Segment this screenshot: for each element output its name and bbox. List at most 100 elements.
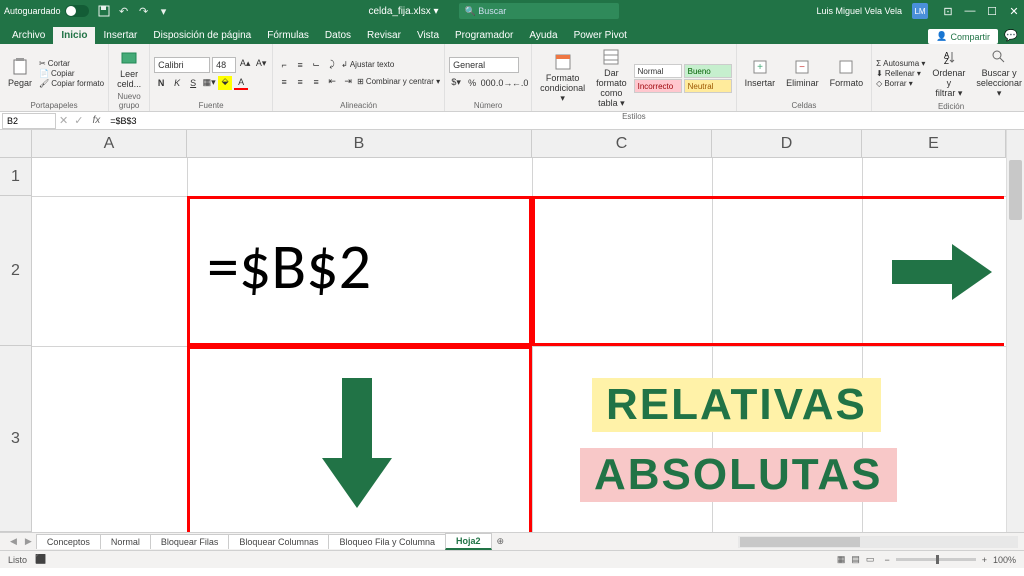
- add-sheet-icon[interactable]: ⊕: [491, 536, 511, 547]
- style-bueno[interactable]: Bueno: [684, 64, 732, 78]
- row-1[interactable]: 1: [0, 158, 31, 196]
- insert-cells-button[interactable]: + Insertar: [741, 56, 780, 90]
- share-button[interactable]: 👤 Compartir: [928, 29, 998, 44]
- increase-decimal-icon[interactable]: .0→: [497, 76, 511, 90]
- font-name-select[interactable]: Calibri: [154, 57, 210, 73]
- qat-more-icon[interactable]: ▾: [157, 4, 171, 18]
- sheet-nav-next-icon[interactable]: ▶: [21, 536, 36, 547]
- fill-color-icon[interactable]: ⬙: [218, 76, 232, 90]
- borders-icon[interactable]: ▦▾: [202, 76, 216, 90]
- font-size-select[interactable]: 48: [212, 57, 236, 73]
- toggle-icon[interactable]: [65, 5, 89, 17]
- spreadsheet-grid[interactable]: A B C D E 1 2 3 =$B$2 RELATIVAS ABSOLUTA…: [0, 130, 1024, 532]
- clear-button[interactable]: ◇ Borrar ▾: [876, 79, 925, 88]
- align-top-icon[interactable]: ⌐: [277, 58, 291, 72]
- conditional-format-button[interactable]: Formato condicional ▾: [536, 51, 589, 106]
- select-all-corner[interactable]: [0, 130, 32, 158]
- zoom-out-icon[interactable]: −: [884, 555, 889, 565]
- find-select-button[interactable]: Buscar y seleccionar ▾: [972, 46, 1024, 101]
- tab-inicio[interactable]: Inicio: [53, 27, 95, 44]
- save-icon[interactable]: [97, 4, 111, 18]
- sheet-tab-hoja2[interactable]: Hoja2: [445, 533, 492, 550]
- name-box[interactable]: B2: [2, 113, 56, 129]
- horizontal-scrollbar[interactable]: [738, 536, 1018, 548]
- vertical-scrollbar[interactable]: [1006, 130, 1024, 532]
- sheet-tab-bloquear-columnas[interactable]: Bloquear Columnas: [228, 534, 329, 549]
- cancel-formula-icon[interactable]: ✕: [56, 114, 71, 127]
- col-B[interactable]: B: [187, 130, 532, 157]
- view-normal-icon[interactable]: ▦: [837, 554, 846, 565]
- avatar[interactable]: LM: [912, 3, 928, 19]
- format-painter-button[interactable]: 🖌 Copiar formato: [39, 79, 104, 88]
- merge-button[interactable]: ⊞ Combinar y centrar ▾: [357, 75, 440, 89]
- align-bottom-icon[interactable]: ⌙: [309, 58, 323, 72]
- row-2[interactable]: 2: [0, 196, 31, 346]
- format-cells-button[interactable]: Formato: [826, 56, 868, 90]
- copy-button[interactable]: 📄 Copiar: [39, 69, 104, 78]
- italic-button[interactable]: K: [170, 76, 184, 90]
- ribbon-options-icon[interactable]: ⊡: [942, 5, 954, 18]
- tab-ayuda[interactable]: Ayuda: [521, 27, 565, 44]
- indent-decrease-icon[interactable]: ⇤: [325, 75, 339, 89]
- read-cells-button[interactable]: Leer celd...: [113, 47, 145, 91]
- thousands-icon[interactable]: 000: [481, 76, 495, 90]
- zoom-slider[interactable]: [896, 558, 976, 561]
- tab-programador[interactable]: Programador: [447, 27, 521, 44]
- decrease-decimal-icon[interactable]: ←.0: [513, 76, 527, 90]
- tab-insertar[interactable]: Insertar: [95, 27, 145, 44]
- formula-input[interactable]: =$B$3: [106, 116, 1024, 126]
- align-right-icon[interactable]: ≡: [309, 75, 323, 89]
- style-neutral[interactable]: Neutral: [684, 79, 732, 93]
- sheet-tab-bloqueo-fc[interactable]: Bloqueo Fila y Columna: [328, 534, 446, 549]
- fx-icon[interactable]: fx: [86, 115, 106, 126]
- view-layout-icon[interactable]: ▤: [851, 554, 860, 565]
- col-C[interactable]: C: [532, 130, 712, 157]
- minimize-icon[interactable]: —: [964, 5, 976, 18]
- search-box[interactable]: 🔍 Buscar: [459, 3, 619, 19]
- sheet-nav-prev-icon[interactable]: ◀: [6, 536, 21, 547]
- format-as-table-button[interactable]: Dar formato como tabla ▾: [592, 46, 631, 111]
- align-left-icon[interactable]: ≡: [277, 75, 291, 89]
- comments-icon[interactable]: 💬: [1002, 26, 1020, 44]
- bold-button[interactable]: N: [154, 76, 168, 90]
- style-incorrecto[interactable]: Incorrecto: [634, 79, 682, 93]
- underline-button[interactable]: S: [186, 76, 200, 90]
- number-format-select[interactable]: General: [449, 57, 519, 73]
- tab-powerpivot[interactable]: Power Pivot: [566, 27, 635, 44]
- col-E[interactable]: E: [862, 130, 1006, 157]
- indent-increase-icon[interactable]: ⇥: [341, 75, 355, 89]
- row-3[interactable]: 3: [0, 346, 31, 532]
- zoom-level[interactable]: 100%: [993, 555, 1016, 565]
- decrease-font-icon[interactable]: A▾: [254, 57, 268, 71]
- sheet-tab-bloquear-filas[interactable]: Bloquear Filas: [150, 534, 230, 549]
- sheet-tab-normal[interactable]: Normal: [100, 534, 151, 549]
- style-normal[interactable]: Normal: [634, 64, 682, 78]
- close-icon[interactable]: ✕: [1008, 5, 1020, 18]
- zoom-in-icon[interactable]: +: [982, 555, 987, 565]
- autosum-button[interactable]: Σ Autosuma ▾: [876, 59, 925, 68]
- sort-filter-button[interactable]: AZ Ordenar y filtrar ▾: [928, 46, 969, 101]
- autosave-toggle[interactable]: Autoguardado: [4, 5, 89, 17]
- paste-button[interactable]: Pegar: [4, 56, 36, 90]
- cells-area[interactable]: =$B$2 RELATIVAS ABSOLUTAS: [32, 158, 1006, 532]
- tab-disposicion[interactable]: Disposición de página: [145, 27, 259, 44]
- macro-record-icon[interactable]: ⬛: [35, 554, 46, 565]
- filename[interactable]: celda_fija.xlsx ▾: [368, 6, 438, 17]
- percent-icon[interactable]: %: [465, 76, 479, 90]
- tab-datos[interactable]: Datos: [317, 27, 359, 44]
- col-D[interactable]: D: [712, 130, 862, 157]
- tab-vista[interactable]: Vista: [409, 27, 447, 44]
- fill-button[interactable]: ⬇ Rellenar ▾: [876, 69, 925, 78]
- view-pagebreak-icon[interactable]: ▭: [866, 554, 875, 565]
- orientation-icon[interactable]: ⤸: [325, 58, 339, 72]
- delete-cells-button[interactable]: − Eliminar: [782, 56, 823, 90]
- align-center-icon[interactable]: ≡: [293, 75, 307, 89]
- currency-icon[interactable]: $▾: [449, 76, 463, 90]
- tab-formulas[interactable]: Fórmulas: [259, 27, 317, 44]
- cut-button[interactable]: ✂ Cortar: [39, 59, 104, 68]
- undo-icon[interactable]: ↶: [117, 4, 131, 18]
- sheet-tab-conceptos[interactable]: Conceptos: [36, 534, 101, 549]
- increase-font-icon[interactable]: A▴: [238, 57, 252, 71]
- align-middle-icon[interactable]: ≡: [293, 58, 307, 72]
- accept-formula-icon[interactable]: ✓: [71, 114, 86, 127]
